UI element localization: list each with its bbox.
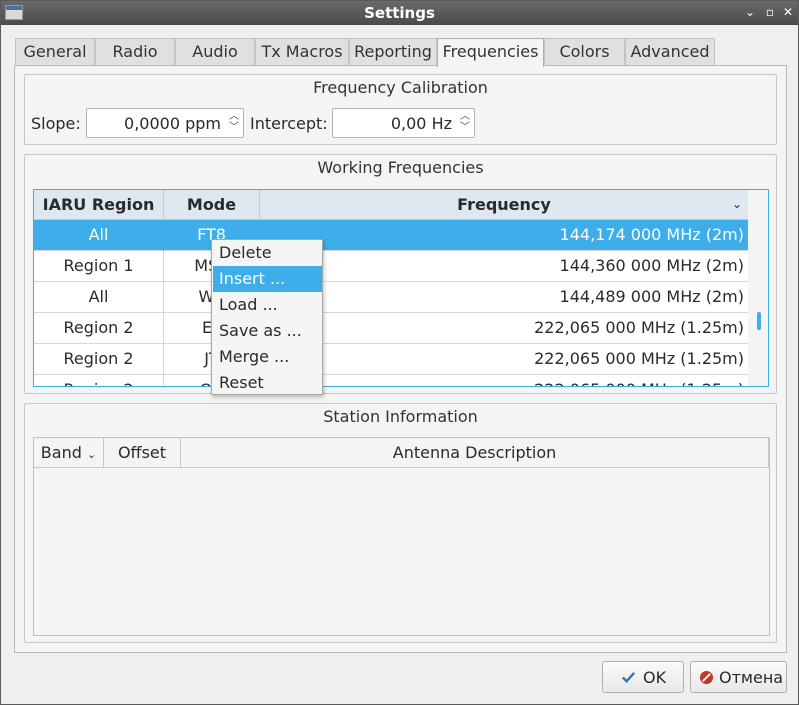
context-menu: Delete Insert ... Load ... Save as ... M… (211, 239, 323, 395)
table-row[interactable]: Region 2 Ec 222,065 000 MHz (1.25m) (34, 313, 748, 344)
working-frequencies-title: Working Frequencies (317, 158, 484, 177)
tab-general[interactable]: General (15, 38, 95, 65)
tab-radio[interactable]: Radio (95, 38, 175, 65)
frequency-header-label: Frequency (457, 195, 551, 214)
spin-arrows-icon[interactable]: ︿ ﹀ (229, 111, 239, 133)
station-table-header: Band ⌄ Offset Antenna Description (34, 438, 769, 468)
menu-item-insert[interactable]: Insert ... (213, 266, 322, 292)
cancel-icon (699, 670, 714, 685)
minimize-icon[interactable]: ⌄ (742, 4, 758, 20)
region-cell: All (34, 282, 164, 313)
title-bar[interactable]: Settings ⌄ ▫ ✕ (1, 1, 798, 25)
frequency-cell: 144,174 000 MHz (2m) (559, 225, 744, 244)
region-cell: Region 2 (34, 344, 164, 375)
tab-reporting[interactable]: Reporting (349, 38, 437, 65)
menu-item-load[interactable]: Load ... (213, 292, 322, 318)
band-header-label: Band (40, 443, 82, 462)
cancel-button-label: Отмена (719, 668, 784, 687)
column-header-offset[interactable]: Offset (104, 438, 181, 468)
scrollbar-thumb[interactable] (757, 312, 761, 330)
frequency-cell: 144,360 000 MHz (2m) (559, 256, 744, 275)
sort-chevron-icon: ⌄ (731, 197, 742, 211)
working-frequencies-group: Working Frequencies IARU Region Mode Fre… (24, 154, 777, 394)
region-cell: Region 2 (34, 375, 164, 386)
column-header-mode[interactable]: Mode (164, 190, 260, 220)
tab-tx-macros[interactable]: Tx Macros (255, 38, 349, 65)
tab-frequencies[interactable]: Frequencies (437, 38, 544, 67)
maximize-icon[interactable]: ▫ (762, 4, 778, 20)
slope-spinbox[interactable]: 0,0000 ppm ︿ ﹀ (86, 108, 244, 138)
table-row[interactable]: All WS 144,489 000 MHz (2m) (34, 282, 748, 313)
menu-item-save-as[interactable]: Save as ... (213, 318, 322, 344)
column-header-band[interactable]: Band ⌄ (34, 438, 104, 468)
slope-value: 0,0000 ppm (124, 114, 221, 133)
tab-colors[interactable]: Colors (544, 38, 625, 65)
intercept-spinbox[interactable]: 0,00 Hz ︿ ﹀ (332, 108, 475, 138)
intercept-value: 0,00 Hz (390, 114, 452, 133)
menu-item-merge[interactable]: Merge ... (213, 344, 322, 370)
ok-button-label: OK (643, 668, 667, 687)
region-cell: Region 2 (34, 313, 164, 344)
tab-audio[interactable]: Audio (175, 38, 255, 65)
frequency-cell: 222,065 000 MHz (1.25m) (534, 349, 744, 368)
frequency-cell: 144,489 000 MHz (2m) (559, 287, 744, 306)
frequencies-panel: Frequency Calibration Slope: 0,0000 ppm … (14, 65, 787, 653)
tab-advanced[interactable]: Advanced (625, 38, 715, 65)
calibration-title: Frequency Calibration (313, 78, 488, 97)
slope-label: Slope: (31, 114, 81, 133)
region-cell: Region 1 (34, 251, 164, 282)
spin-arrows-icon[interactable]: ︿ ﹀ (460, 111, 470, 133)
intercept-label: Intercept: (250, 114, 328, 133)
table-row[interactable]: Region 2 JT 222,065 000 MHz (1.25m) (34, 344, 748, 375)
checkmark-icon (622, 672, 636, 683)
vertical-scrollbar[interactable] (748, 190, 768, 386)
station-information-group: Station Information Band ⌄ Offset Antenn… (24, 403, 777, 643)
table-row[interactable]: Region 2 QR 222,065 000 MHz (1.25m) (34, 375, 748, 386)
close-icon[interactable]: ✕ (780, 4, 796, 20)
frequency-cell: 222,065 000 MHz (1.25m) (260, 375, 748, 386)
working-frequencies-table[interactable]: IARU Region Mode Frequency ⌄ All FT8 144… (33, 189, 769, 387)
station-information-title: Station Information (323, 407, 478, 426)
ok-button[interactable]: OK (602, 661, 684, 693)
menu-item-delete[interactable]: Delete (213, 240, 322, 266)
column-header-frequency[interactable]: Frequency ⌄ (260, 190, 748, 220)
column-header-antenna[interactable]: Antenna Description (181, 438, 769, 468)
cancel-button[interactable]: Отмена (690, 661, 787, 693)
calibration-group: Frequency Calibration Slope: 0,0000 ppm … (24, 74, 777, 145)
station-table[interactable]: Band ⌄ Offset Antenna Description (33, 437, 770, 636)
frequency-cell: 222,065 000 MHz (1.25m) (534, 318, 744, 337)
column-header-region[interactable]: IARU Region (34, 190, 164, 220)
settings-window: Settings ⌄ ▫ ✕ General Radio Audio Tx Ma… (0, 0, 799, 705)
sort-chevron-icon: ⌄ (86, 448, 97, 461)
window-title: Settings (364, 4, 435, 22)
menu-item-reset[interactable]: Reset (213, 370, 322, 396)
table-row[interactable]: Region 1 MSK 144,360 000 MHz (2m) (34, 251, 748, 282)
table-header: IARU Region Mode Frequency ⌄ (34, 190, 748, 220)
region-cell: All (34, 220, 164, 251)
table-row[interactable]: All FT8 144,174 000 MHz (2m) (34, 220, 748, 251)
